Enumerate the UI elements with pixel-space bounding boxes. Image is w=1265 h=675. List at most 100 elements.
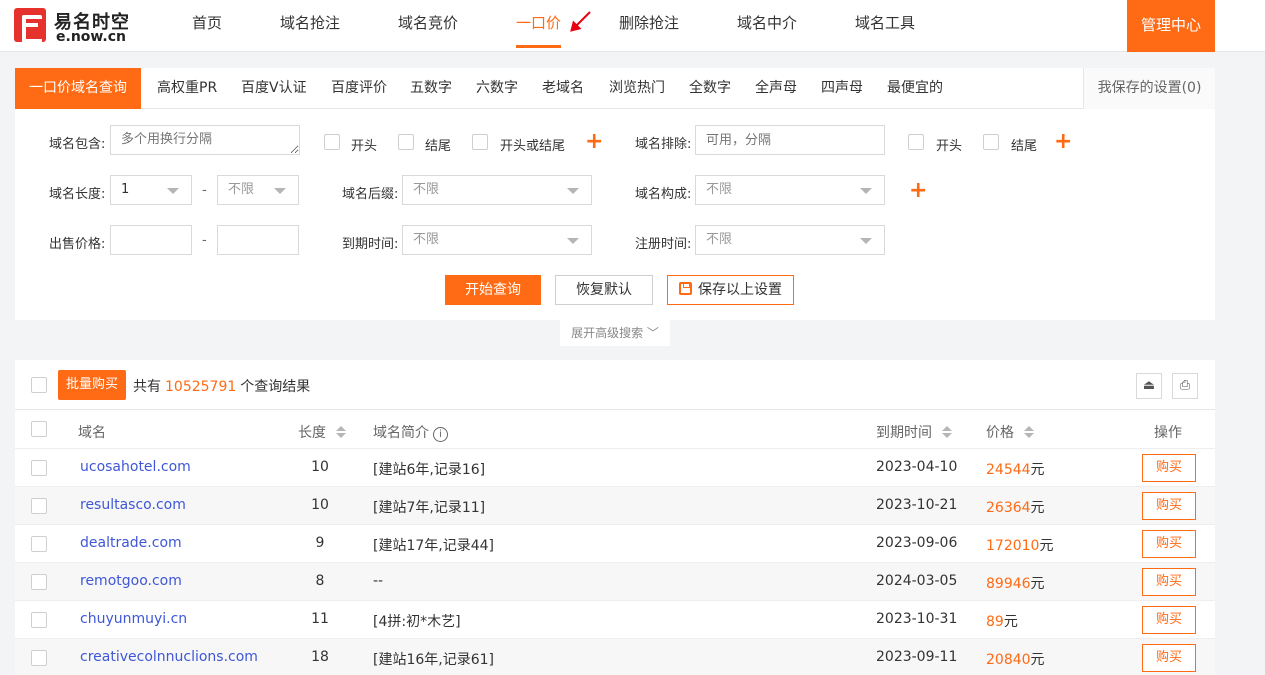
contains-input[interactable] [110, 125, 300, 155]
composition-label: 域名构成: [635, 187, 692, 202]
nav-domain-auction[interactable]: 域名竞价 [398, 0, 458, 48]
register-value: 不限 [706, 232, 733, 247]
buy-button[interactable]: 购买 [1142, 644, 1196, 672]
nav-delete-snapback[interactable]: 删除抢注 [619, 0, 679, 48]
suffix-label: 域名后缀: [342, 187, 399, 202]
sort-icon [942, 426, 952, 438]
row-domain-link[interactable]: resultasco.com [80, 497, 186, 513]
buy-button[interactable]: 购买 [1142, 530, 1196, 558]
row-price-value: 172010 [986, 538, 1040, 554]
select-all-checkbox-top[interactable] [31, 377, 47, 393]
start-search-button[interactable]: 开始查询 [445, 275, 541, 305]
row-length: 8 [315, 573, 325, 589]
row-checkbox[interactable] [31, 536, 47, 552]
results-header: 批量购买 共有 10525791 个查询结果 ⏏ ⎙ [15, 360, 1215, 410]
row-checkbox[interactable] [31, 460, 47, 476]
row-price-unit: 元 [1030, 652, 1045, 668]
tab-high-pr[interactable]: 高权重PR [157, 68, 217, 109]
tab-all-digit[interactable]: 全数字 [689, 68, 731, 109]
tab-six-digit[interactable]: 六数字 [476, 68, 518, 109]
nav-home[interactable]: 首页 [192, 0, 222, 48]
buy-button[interactable]: 购买 [1142, 568, 1196, 596]
tab-fixed-price-query[interactable]: 一口价域名查询 [15, 68, 141, 109]
nav-domain-snapback[interactable]: 域名抢注 [280, 0, 340, 48]
site-logo[interactable]: 易名时空 e.now.cn [14, 8, 134, 45]
price-min-input[interactable] [110, 225, 192, 255]
register-chevron-down-icon [860, 238, 872, 244]
exclude-start-label: 开头 [936, 139, 963, 154]
row-checkbox[interactable] [31, 650, 47, 666]
admin-center-button[interactable]: 管理中心 [1127, 0, 1215, 52]
row-domain-link[interactable]: creativecolnnuclions.com [80, 649, 258, 665]
composition-add-plus-icon[interactable]: + [909, 180, 927, 202]
tab-saved-settings[interactable]: 我保存的设置(0) [1083, 68, 1215, 109]
nav-domain-broker[interactable]: 域名中介 [737, 0, 797, 48]
exclude-add-plus-icon[interactable]: + [1054, 131, 1072, 153]
row-price-unit: 元 [1030, 462, 1045, 478]
print-icon[interactable]: ⎙ [1172, 373, 1198, 399]
row-price-unit: 元 [1030, 500, 1045, 516]
col-expire[interactable]: 到期时间 [876, 422, 952, 442]
contains-end-label: 结尾 [425, 139, 452, 154]
row-domain-link[interactable]: dealtrade.com [80, 535, 182, 551]
nav-fixed-price[interactable]: 一口价 [516, 0, 562, 48]
row-price-unit: 元 [1030, 576, 1045, 592]
bulk-buy-button[interactable]: 批量购买 [58, 370, 126, 400]
tab-baidu-review[interactable]: 百度评价 [331, 68, 387, 109]
row-checkbox[interactable] [31, 612, 47, 628]
tab-all-initial[interactable]: 全声母 [755, 68, 797, 109]
composition-select[interactable]: 不限 [695, 175, 885, 205]
row-price-unit: 元 [1039, 538, 1054, 554]
register-select[interactable]: 不限 [695, 225, 885, 255]
col-length[interactable]: 长度 [298, 422, 346, 442]
row-desc: [建站16年,记录61] [373, 652, 495, 668]
contains-start-or-end-checkbox[interactable] [472, 134, 488, 150]
expand-advanced-search[interactable]: 展开高级搜索 ﹀ [560, 320, 670, 346]
row-desc: [建站7年,记录11] [373, 500, 486, 516]
exclude-input[interactable] [695, 125, 885, 155]
expire-select[interactable]: 不限 [402, 225, 592, 255]
tab-popular[interactable]: 浏览热门 [609, 68, 665, 109]
row-domain-link[interactable]: chuyunmuyi.cn [80, 611, 187, 627]
suffix-value: 不限 [413, 182, 440, 197]
logo-mark-icon [14, 8, 46, 43]
row-desc: [建站17年,记录44] [373, 538, 495, 554]
tab-four-initial[interactable]: 四声母 [821, 68, 863, 109]
save-settings-button[interactable]: 保存以上设置 [667, 275, 794, 305]
col-price[interactable]: 价格 [986, 422, 1034, 442]
nav-domain-tools[interactable]: 域名工具 [855, 0, 915, 48]
row-desc: [建站6年,记录16] [373, 462, 486, 478]
tab-baidu-v[interactable]: 百度V认证 [241, 68, 307, 109]
expire-value: 不限 [413, 232, 440, 247]
buy-button[interactable]: 购买 [1142, 606, 1196, 634]
length-min-chevron-down-icon [167, 188, 179, 194]
buy-button[interactable]: 购买 [1142, 454, 1196, 482]
row-checkbox[interactable] [31, 574, 47, 590]
top-nav-bar: 易名时空 e.now.cn 首页 域名抢注 域名竞价 一口价 删除抢注 域名中介… [0, 0, 1265, 52]
composition-value: 不限 [706, 182, 733, 197]
contains-add-plus-icon[interactable]: + [585, 131, 603, 153]
row-domain-link[interactable]: remotgoo.com [80, 573, 182, 589]
reset-default-button[interactable]: 恢复默认 [555, 275, 653, 305]
export-icon[interactable]: ⏏ [1136, 373, 1162, 399]
select-all-checkbox-header[interactable] [31, 421, 47, 437]
info-icon[interactable]: i [433, 427, 448, 442]
exclude-end-label: 结尾 [1011, 139, 1038, 154]
logo-text-en: e.now.cn [56, 29, 127, 45]
tab-five-digit[interactable]: 五数字 [410, 68, 452, 109]
exclude-start-checkbox[interactable] [908, 134, 924, 150]
exclude-end-checkbox[interactable] [983, 134, 999, 150]
row-checkbox[interactable] [31, 498, 47, 514]
row-price-value: 24544 [986, 462, 1031, 478]
buy-button[interactable]: 购买 [1142, 492, 1196, 520]
tab-old-domain[interactable]: 老域名 [542, 68, 584, 109]
row-price: 172010元 [986, 535, 1053, 555]
price-max-input[interactable] [217, 225, 299, 255]
contains-start-checkbox[interactable] [324, 134, 340, 150]
row-domain-link[interactable]: ucosahotel.com [80, 459, 191, 475]
tab-cheapest[interactable]: 最便宜的 [887, 68, 943, 109]
contains-end-checkbox[interactable] [398, 134, 414, 150]
suffix-select[interactable]: 不限 [402, 175, 592, 205]
length-min-select[interactable]: 1 [110, 175, 192, 205]
length-max-select[interactable]: 不限 [217, 175, 299, 205]
